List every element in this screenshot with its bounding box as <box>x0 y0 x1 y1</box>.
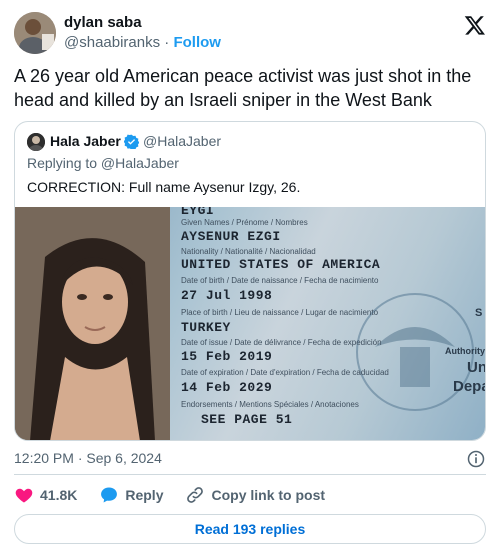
passport-expiry-label: Date of expiration / Date d'expiration /… <box>181 368 389 377</box>
reply-bubble-icon <box>101 487 118 503</box>
follow-button[interactable]: Follow <box>173 34 221 51</box>
action-bar: 41.8K Reply Copy link to post <box>14 484 347 506</box>
passport-endorsements: SEE PAGE 51 <box>201 412 293 427</box>
read-replies-button[interactable]: Read 193 replies <box>14 514 486 544</box>
like-count: 41.8K <box>40 487 78 503</box>
reply-button[interactable]: Reply <box>99 485 163 505</box>
quoted-author-avatar[interactable] <box>27 133 45 151</box>
passport-issue-date: 15 Feb 2019 <box>181 349 273 364</box>
quoted-author-handle[interactable]: @HalaJaber <box>143 133 221 149</box>
heart-icon <box>15 488 33 503</box>
passport-surname: EYGI <box>181 207 215 218</box>
divider <box>14 474 486 475</box>
timestamp[interactable]: 12:20 PM · Sep 6, 2024 <box>14 450 162 466</box>
author-handle[interactable]: @shaabiranks <box>64 34 160 51</box>
passport-edge-letter: S <box>475 307 483 319</box>
passport-dob: 27 Jul 1998 <box>181 288 273 303</box>
passport-authority-line1: Un <box>467 359 485 376</box>
verified-badge-icon <box>124 134 139 149</box>
passport-expiry-date: 14 Feb 2029 <box>181 380 273 395</box>
author-avatar[interactable] <box>14 12 56 54</box>
passport-nationality-label: Nationality / Nationalité / Nacionalidad <box>181 247 316 256</box>
info-icon[interactable] <box>466 449 486 469</box>
passport-nationality: UNITED STATES OF AMERICA <box>181 257 381 272</box>
passport-endorse-label: Endorsements / Mentions Spéciales / Anot… <box>181 400 359 409</box>
like-button[interactable]: 41.8K <box>14 485 77 505</box>
passport-given-names-label: Given Names / Prénome / Nombres <box>181 218 308 227</box>
quoted-tweet-text: CORRECTION: Full name Aysenur Izgy, 26. <box>27 179 301 195</box>
link-icon <box>187 487 204 503</box>
author-handle-line: @shaabiranks · Follow <box>64 34 221 51</box>
passport-image[interactable]: EYGI Given Names / Prénome / Nombres AYS… <box>15 207 485 440</box>
separator-dot: · <box>164 34 170 51</box>
passport-issue-label: Date of issue / Date de délivrance / Fec… <box>181 338 382 347</box>
copy-link-button[interactable]: Copy link to post <box>185 485 325 505</box>
author-name[interactable]: dylan saba <box>64 14 142 31</box>
quoted-author-name[interactable]: Hala Jaber <box>50 133 121 149</box>
tweet-card: dylan saba @shaabiranks · Follow A 26 ye… <box>0 0 500 557</box>
tweet-text: A 26 year old American peace activist wa… <box>14 66 472 110</box>
replying-to: Replying to @HalaJaber <box>27 155 179 171</box>
passport-given-names: AYSENUR EZGI <box>181 229 281 244</box>
passport-authority-line2: Depar <box>453 378 485 395</box>
passport-pob: TURKEY <box>181 320 231 335</box>
passport-dob-label: Date of birth / Date de naissance / Fech… <box>181 276 379 285</box>
quoted-tweet[interactable]: Hala Jaber @HalaJaber Replying to @HalaJ… <box>14 121 486 441</box>
passport-authority-label: Authority <box>445 346 485 356</box>
passport-pob-label: Place of birth / Lieu de naissance / Lug… <box>181 308 379 317</box>
reply-label: Reply <box>125 487 164 503</box>
x-logo-icon[interactable] <box>464 14 486 36</box>
copy-link-label: Copy link to post <box>211 487 326 503</box>
passport-photo <box>15 207 170 440</box>
